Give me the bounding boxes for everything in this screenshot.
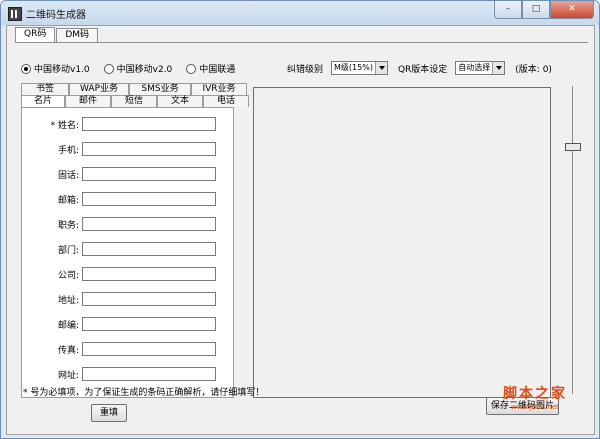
field-label: * 姓名: (50, 121, 79, 131)
form-row-mobile: 手机: (22, 142, 233, 156)
radio-dot-icon (21, 63, 31, 74)
form-row-position: 职务: (22, 217, 233, 231)
field-label: 手机: (57, 146, 79, 156)
radio-cmcc-v1[interactable]: 中国移动v1.0 (21, 62, 90, 75)
website-field[interactable] (82, 367, 216, 381)
field-label: 邮编: (57, 321, 79, 331)
form-row-landline: 固话: (22, 167, 233, 181)
radio-label: 中国移动v2.0 (116, 65, 173, 75)
radio-label: 中国联通 (199, 65, 236, 75)
company-field[interactable] (82, 267, 216, 281)
tab-divider (15, 42, 588, 43)
form-row-name: * 姓名: (22, 117, 233, 131)
tab-sms-service[interactable]: SMS业务 (129, 83, 191, 95)
radio-label: 中国移动v1.0 (34, 65, 90, 75)
tab-qr-code[interactable]: QR码 (15, 27, 56, 43)
qr-version-select[interactable]: 自动选择 (455, 61, 506, 75)
tab-email[interactable]: 邮件 (65, 95, 111, 107)
chevron-down-icon (374, 62, 387, 74)
postcode-field[interactable] (82, 317, 216, 331)
app-window: 二维码生成器 – □ ✕ QR码 DM码 中国移动v1.0 中国移动v2.0 中… (0, 0, 600, 439)
field-label: 邮箱: (57, 196, 79, 206)
position-field[interactable] (82, 217, 216, 231)
sub-tabs-row-1: 书签 WAP业务 SMS业务 IVR业务 (21, 83, 247, 95)
form-row-postcode: 邮编: (22, 317, 233, 331)
client-area: QR码 DM码 中国移动v1.0 中国移动v2.0 中国联通 纠错级别 M级(1… (6, 25, 595, 435)
form-row-fax: 传真: (22, 342, 233, 356)
field-label: 地址: (57, 296, 79, 306)
radio-dot-icon (186, 63, 197, 74)
window-controls: – □ ✕ (494, 1, 594, 19)
error-correction-select[interactable]: M级(15%) (331, 61, 388, 75)
error-correction-value: M级(15%) (334, 63, 373, 72)
address-field[interactable] (82, 292, 216, 306)
reset-button[interactable]: 重填 (91, 404, 127, 422)
size-slider-thumb[interactable] (565, 143, 581, 151)
title-bar[interactable]: 二维码生成器 – □ ✕ (1, 1, 599, 25)
tab-text[interactable]: 文本 (157, 95, 203, 107)
name-field[interactable] (82, 117, 216, 131)
form-row-department: 部门: (22, 242, 233, 256)
field-label: 公司: (57, 271, 79, 281)
tab-bookmark[interactable]: 书签 (21, 83, 69, 95)
form-row-company: 公司: (22, 267, 233, 281)
fax-field[interactable] (82, 342, 216, 356)
watermark-logo-text: 脚本之家 (503, 386, 567, 402)
error-correction-label: 纠错级别 (287, 64, 324, 75)
tab-business-card[interactable]: 名片 (21, 95, 65, 107)
mobile-field[interactable] (82, 142, 216, 156)
window-title: 二维码生成器 (26, 10, 86, 21)
chevron-down-icon (492, 62, 505, 74)
tab-text-message[interactable]: 短信 (111, 95, 157, 107)
qr-version-label: QR版本设定 (397, 64, 448, 75)
watermark-url: www.jb51.net (511, 403, 559, 411)
landline-field[interactable] (82, 167, 216, 181)
field-label: 部门: (57, 246, 79, 256)
size-slider-track[interactable] (572, 86, 573, 394)
sub-tabs-row-2: 名片 邮件 短信 文本 电话 (21, 95, 249, 107)
form-row-address: 地址: (22, 292, 233, 306)
form-row-email: 邮箱: (22, 192, 233, 206)
radio-unicom[interactable]: 中国联通 (186, 62, 235, 75)
tab-ivr[interactable]: IVR业务 (191, 83, 247, 95)
field-label: 传真: (57, 346, 79, 356)
qr-settings: 纠错级别 M级(15%) QR版本设定 自动选择 (版本: 0) (287, 61, 552, 75)
standard-radio-group: 中国移动v1.0 中国移动v2.0 中国联通 (21, 62, 235, 75)
qr-version-readout: (版本: 0) (515, 64, 552, 75)
close-button[interactable]: ✕ (550, 1, 594, 19)
radio-cmcc-v2[interactable]: 中国移动v2.0 (103, 62, 173, 75)
field-label: 网址: (57, 371, 79, 381)
email-field[interactable] (82, 192, 216, 206)
tab-dm-code[interactable]: DM码 (56, 28, 99, 42)
maximize-button[interactable]: □ (522, 1, 550, 19)
site-watermark: 脚本之家 www.jb51.net (493, 383, 577, 411)
required-note: * 号为必填项，为了保证生成的条码正确解析，请仔细填写！ (23, 388, 265, 398)
tab-wap[interactable]: WAP业务 (69, 83, 129, 95)
tab-phone[interactable]: 电话 (203, 95, 249, 107)
minimize-button[interactable]: – (494, 1, 522, 19)
field-label: 职务: (57, 221, 79, 231)
department-field[interactable] (82, 242, 216, 256)
business-card-form: * 姓名: 手机: 固话: 邮箱: 职务: 部门: 公司: 地址: 邮编: 传真… (21, 107, 234, 398)
radio-dot-icon (103, 63, 114, 74)
code-type-tabs: QR码 DM码 (15, 27, 99, 43)
field-label: 固话: (57, 171, 79, 181)
form-row-website: 网址: (22, 367, 233, 381)
qr-app-icon (8, 7, 22, 21)
qr-preview-area (253, 87, 551, 398)
qr-version-value: 自动选择 (458, 63, 491, 72)
